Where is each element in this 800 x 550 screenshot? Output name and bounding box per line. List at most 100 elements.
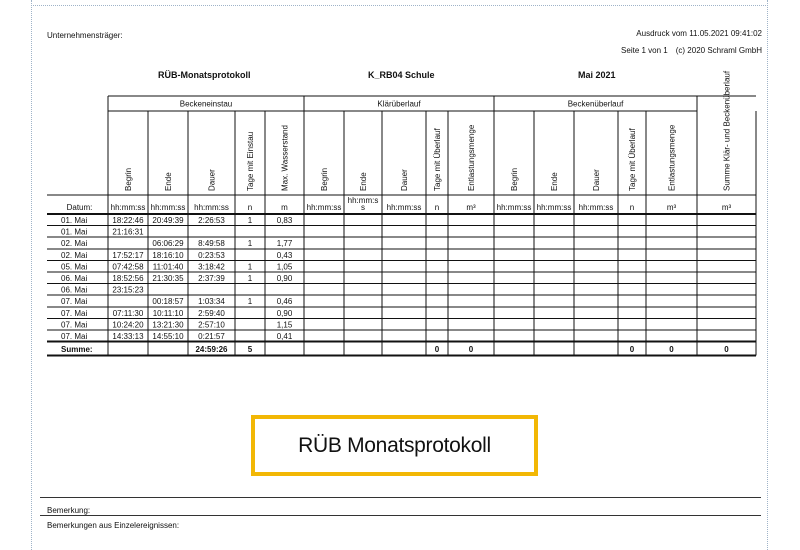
- column-header-8: Dauer: [400, 169, 409, 191]
- row-cell: 8:49:58: [198, 239, 225, 248]
- column-header-11: Begrin: [510, 168, 519, 191]
- group-header-2: Klärüberlauf: [377, 100, 421, 109]
- row-cell: 18:16:10: [152, 251, 184, 260]
- summary-value: 0: [469, 345, 474, 354]
- unit-label-8: hh:mm:ss: [387, 203, 422, 212]
- row-cell: 0,90: [277, 274, 293, 283]
- row-cell: 0,46: [277, 297, 293, 306]
- row-cell: 14:55:10: [152, 332, 184, 341]
- row-date: 06. Mai: [61, 286, 87, 295]
- unit-label-3: hh:mm:ss: [194, 203, 229, 212]
- unit-label-5: m: [281, 203, 288, 212]
- column-header-13: Dauer: [592, 169, 601, 191]
- row-cell: 0,41: [277, 332, 293, 341]
- column-header-1: Begrin: [124, 168, 133, 191]
- column-header-5: Max. Wasserstand: [281, 125, 290, 191]
- row-date: 07. Mai: [61, 297, 87, 306]
- row-date: 02. Mai: [61, 251, 87, 260]
- column-header-15: Entlastungsmenge: [668, 124, 677, 191]
- row-cell: 07:11:30: [113, 309, 144, 318]
- row-cell: 18:22:46: [112, 216, 144, 225]
- summary-label: Summe:: [61, 345, 93, 354]
- column-header-14: Tage mit Überlauf: [628, 128, 637, 191]
- row-cell: 1: [248, 216, 253, 225]
- row-cell: 0:21:57: [198, 332, 225, 341]
- row-cell: 06:06:29: [152, 239, 184, 248]
- unit-label-15: m³: [667, 203, 677, 212]
- row-cell: 10:24:20: [112, 320, 144, 329]
- row-cell: 07:42:58: [112, 262, 144, 271]
- row-cell: 3:18:42: [198, 262, 225, 271]
- column-header-10: Entlastungsmenge: [467, 124, 476, 191]
- unit-label-2: hh:mm:ss: [151, 203, 186, 212]
- row-cell: 23:15:23: [112, 286, 144, 295]
- row-cell: 0,83: [277, 216, 293, 225]
- unit-label-12: hh:mm:ss: [537, 203, 572, 212]
- row-cell: 17:52:17: [112, 251, 144, 260]
- column-header-4: Tage mit Einstau: [246, 132, 255, 191]
- row-cell: 13:21:30: [152, 320, 184, 329]
- row-cell: 1: [248, 239, 253, 248]
- row-cell: 2:26:53: [198, 216, 225, 225]
- summary-value: 0: [669, 345, 674, 354]
- column-header-6: Begrin: [320, 168, 329, 191]
- summary-value: 0: [724, 345, 729, 354]
- row-cell: 0,43: [277, 251, 293, 260]
- column-header-2: Ende: [164, 172, 173, 191]
- column-header-3: Dauer: [208, 169, 217, 191]
- column-header-9: Tage mit Überlauf: [433, 128, 442, 191]
- row-date: 06. Mai: [61, 274, 87, 283]
- row-cell: 2:57:10: [198, 320, 225, 329]
- column-header-16: Summe Klär- und Beckenüberlauf: [723, 70, 732, 191]
- row-cell: 1:03:34: [198, 297, 225, 306]
- row-cell: 0,90: [277, 309, 293, 318]
- summary-value: 0: [435, 345, 440, 354]
- row-cell: 1,77: [277, 239, 293, 248]
- row-cell: 11:01:40: [153, 262, 184, 271]
- row-date: 07. Mai: [61, 332, 87, 341]
- row-cell: 20:49:39: [152, 216, 184, 225]
- row-cell: 21:16:31: [112, 228, 144, 237]
- unit-label-14: n: [630, 203, 634, 212]
- footer-divider-top: [40, 497, 761, 498]
- row-cell: 14:33:13: [112, 332, 144, 341]
- report-banner: RÜB Monatsprotokoll: [251, 415, 538, 476]
- row-date: 01. Mai: [61, 216, 87, 225]
- row-cell: 21:30:35: [152, 274, 184, 283]
- row-cell: 0:23:53: [198, 251, 225, 260]
- row-date: 07. Mai: [61, 320, 87, 329]
- unit-label-13: hh:mm:ss: [579, 203, 614, 212]
- unit-label-4: n: [248, 203, 252, 212]
- row-cell: 1,05: [277, 262, 293, 271]
- banner-text: RÜB Monatsprotokoll: [298, 433, 491, 457]
- column-header-12: Ende: [550, 172, 559, 191]
- unit-label-7-cont: s: [361, 203, 365, 212]
- remark-label: Bemerkung:: [47, 506, 91, 515]
- group-header-1: Beckeneinstau: [180, 100, 232, 109]
- row-date: 02. Mai: [61, 239, 87, 248]
- row-cell: 1: [248, 274, 253, 283]
- summary-value: 5: [248, 345, 253, 354]
- group-header-3: Beckenüberlauf: [568, 100, 624, 109]
- unit-label-11: hh:mm:ss: [497, 203, 532, 212]
- row-cell: 1: [248, 297, 253, 306]
- row-date: 01. Mai: [61, 228, 87, 237]
- unit-label-10: m³: [466, 203, 476, 212]
- row-cell: 2:59:40: [198, 309, 225, 318]
- row-cell: 1: [248, 262, 253, 271]
- remark-events-label: Bemerkungen aus Einzelereignissen:: [47, 521, 180, 530]
- row-cell: 00:18:57: [152, 297, 184, 306]
- row-cell: 18:52:56: [112, 274, 144, 283]
- date-column-label: Datum:: [67, 203, 93, 212]
- row-cell: 1,15: [277, 320, 293, 329]
- row-date: 07. Mai: [61, 309, 87, 318]
- summary-value: 24:59:26: [195, 345, 228, 354]
- unit-label-9: n: [435, 203, 439, 212]
- row-date: 05. Mai: [61, 262, 87, 271]
- footer-divider-middle: [40, 515, 761, 516]
- row-cell: 10:11:10: [153, 309, 184, 318]
- row-cell: 2:37:39: [198, 274, 225, 283]
- column-header-7: Ende: [359, 172, 368, 191]
- unit-label-1: hh:mm:ss: [111, 203, 146, 212]
- unit-label-6: hh:mm:ss: [307, 203, 342, 212]
